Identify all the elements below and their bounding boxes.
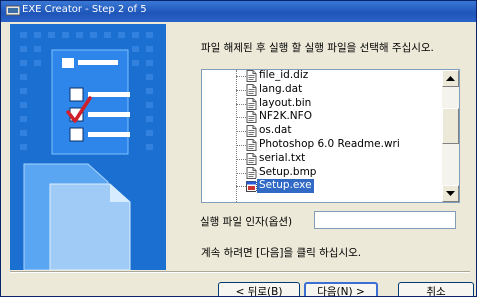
argument-label: 실행 파일 인자(옵션)	[200, 216, 293, 228]
file-name: NF2K.NFO	[259, 110, 312, 123]
tree-branch	[236, 89, 246, 91]
text-file-icon	[246, 97, 257, 110]
text-file-icon	[246, 70, 257, 82]
wizard-window: EXE Creator - Step 2 of 5 파일 해제된 후 실행 할 …	[0, 0, 477, 297]
text-file-icon	[246, 166, 257, 179]
file-list-item[interactable]: file_id.diz	[202, 69, 440, 83]
text-file-icon	[246, 125, 257, 138]
tree-branch	[236, 158, 246, 160]
file-list-item[interactable]: NF2K.NFO	[202, 110, 440, 124]
wizard-side-panel	[10, 24, 166, 270]
text-file-icon	[246, 152, 257, 165]
text-file-icon	[246, 138, 257, 151]
tree-branch	[236, 172, 246, 174]
file-name: serial.txt	[259, 151, 306, 164]
instruction-text: 파일 해제된 후 실행 할 실행 파일을 선택해 주십시오.	[201, 42, 434, 54]
tree-branch	[236, 131, 246, 133]
file-name: Setup.exe	[256, 178, 315, 195]
checklist-graphic	[10, 24, 166, 270]
scroll-down-button[interactable]	[442, 185, 459, 202]
tree-branch	[236, 103, 246, 105]
cancel-button[interactable]: 취소	[398, 282, 474, 297]
file-name: os.dat	[259, 124, 292, 137]
tree-branch	[236, 144, 246, 146]
app-icon	[6, 5, 20, 16]
file-list-items: file_id.diz lang.dat layout.bin NF2K.NFO os.…	[202, 69, 440, 195]
scroll-up-button[interactable]	[442, 70, 459, 87]
file-list-item[interactable]: Setup.exe	[202, 178, 440, 195]
text-file-icon	[246, 111, 257, 124]
file-list-item[interactable]: Setup.bmp	[202, 166, 440, 180]
next-button[interactable]: 다음(N) >	[304, 282, 378, 297]
exe-file-icon	[246, 181, 257, 193]
scroll-thumb[interactable]	[442, 108, 459, 144]
file-name: Photoshop 6.0 Readme.wri	[259, 137, 400, 150]
file-name: Setup.bmp	[259, 165, 317, 178]
window-title: EXE Creator - Step 2 of 5	[22, 4, 147, 15]
file-name: layout.bin	[259, 96, 312, 109]
file-name: lang.dat	[259, 82, 303, 95]
title-bar[interactable]: EXE Creator - Step 2 of 5	[0, 0, 477, 22]
tree-branch	[236, 117, 246, 119]
tree-branch	[236, 186, 246, 188]
file-list-item[interactable]: Photoshop 6.0 Readme.wri	[202, 138, 440, 152]
file-list-item[interactable]: serial.txt	[202, 152, 440, 166]
file-list-item[interactable]: os.dat	[202, 124, 440, 138]
file-list-scrollbar[interactable]	[442, 70, 459, 202]
arrow-up-icon	[446, 76, 455, 81]
file-name: file_id.diz	[259, 69, 309, 81]
file-list[interactable]: file_id.diz lang.dat layout.bin NF2K.NFO os.…	[201, 69, 460, 203]
argument-input[interactable]	[314, 211, 456, 229]
hint-text: 계속 하려면 [다음]을 클릭 하십시오.	[201, 247, 362, 259]
file-list-item[interactable]: lang.dat	[202, 83, 440, 97]
tree-branch	[236, 76, 246, 77]
file-list-item[interactable]: layout.bin	[202, 97, 440, 111]
divider	[10, 271, 470, 273]
text-file-icon	[246, 83, 257, 96]
arrow-down-icon	[446, 191, 455, 196]
back-button[interactable]: < 뒤로(B)	[218, 282, 300, 297]
